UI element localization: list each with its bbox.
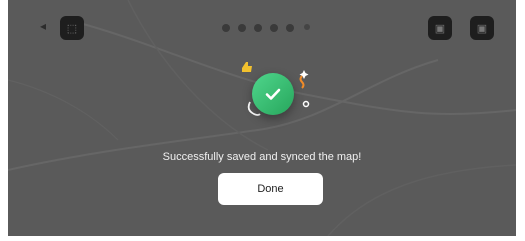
check-circle-icon <box>252 73 294 115</box>
done-button-label: Done <box>257 183 284 195</box>
menu-button[interactable]: ⬚ <box>60 16 84 40</box>
tool-icon[interactable] <box>238 24 246 32</box>
app-screen: ◂ ⬚ ▣ ▣ Successfully saved and synced th… <box>8 0 516 236</box>
back-arrow-icon[interactable]: ◂ <box>40 19 46 33</box>
layers-icon: ▣ <box>434 22 446 35</box>
top-toolbar: ◂ ⬚ ▣ ▣ <box>8 14 516 42</box>
success-message: Successfully saved and synced the map! <box>162 151 362 163</box>
tool-icon[interactable] <box>304 24 310 30</box>
tool-icon[interactable] <box>254 24 262 32</box>
tool-icon[interactable] <box>270 24 278 32</box>
tool-strip <box>220 21 320 35</box>
success-illustration <box>236 58 316 128</box>
menu-icon: ⬚ <box>66 22 78 35</box>
tool-icon[interactable] <box>286 24 294 32</box>
tool-icon[interactable] <box>222 24 230 32</box>
layers-button[interactable]: ▣ <box>428 16 452 40</box>
settings-button[interactable]: ▣ <box>470 16 494 40</box>
done-button[interactable]: Done <box>218 173 323 205</box>
settings-icon: ▣ <box>476 22 488 35</box>
